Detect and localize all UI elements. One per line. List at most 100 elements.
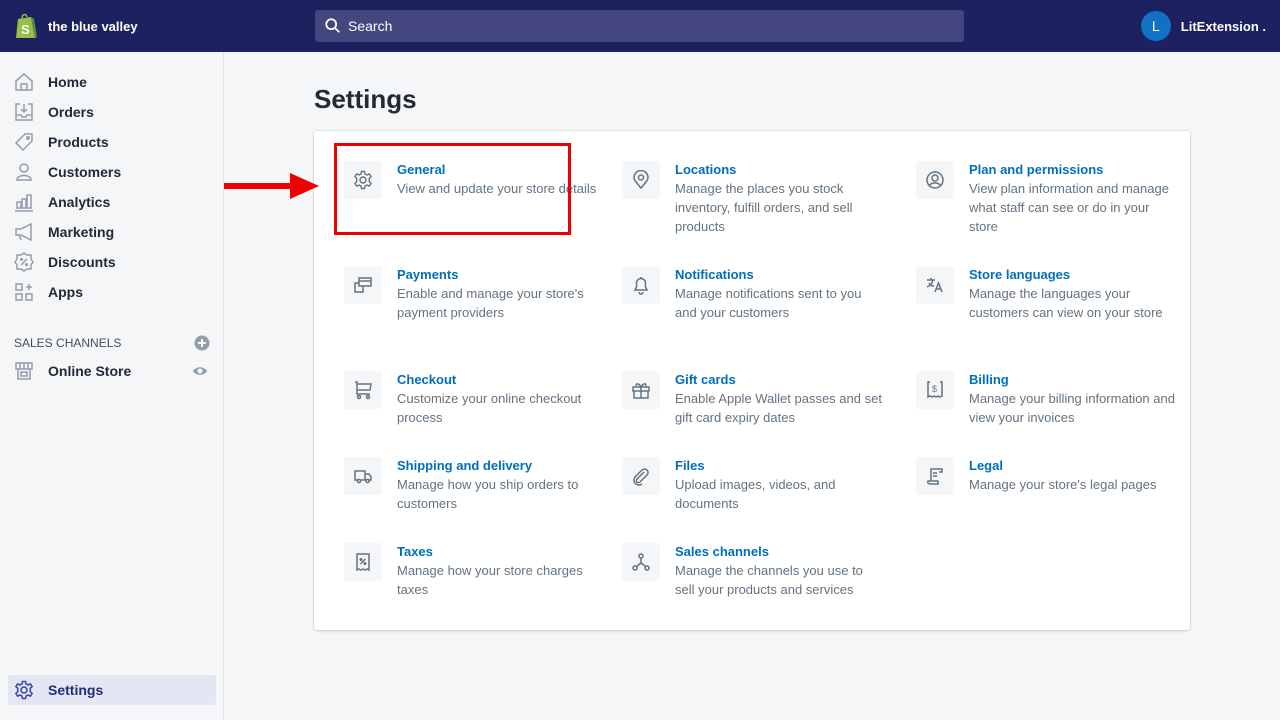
sidebar-item-home[interactable]: Home (8, 67, 216, 97)
setting-sales-channels[interactable]: Sales channels Manage the channels you us… (622, 543, 882, 599)
store-icon (13, 360, 35, 382)
store-switcher[interactable]: S the blue valley (14, 12, 138, 40)
home-icon (13, 71, 35, 93)
setting-title[interactable]: Gift cards (675, 370, 882, 389)
sidebar-item-marketing[interactable]: Marketing (8, 217, 216, 247)
setting-title[interactable]: Billing (969, 370, 1176, 389)
setting-gift-cards[interactable]: Gift cards Enable Apple Wallet passes and… (622, 371, 882, 427)
location-pin-icon (633, 170, 649, 190)
sidebar-item-label: Marketing (48, 224, 115, 240)
avatar: L (1140, 11, 1171, 41)
user-circle-icon (926, 171, 944, 189)
translate-icon (926, 278, 943, 293)
sidebar-item-customers[interactable]: Customers (8, 157, 216, 187)
sidebar: Home Orders Products Customers Analytics… (0, 52, 224, 720)
gift-icon (632, 383, 650, 399)
setting-notifications[interactable]: Notifications Manage notifications sent t… (622, 266, 882, 322)
search-input[interactable]: Search (315, 10, 964, 42)
eye-icon[interactable] (192, 363, 208, 379)
paperclip-icon (633, 468, 649, 486)
setting-billing[interactable]: $ Billing Manage your billing information… (916, 371, 1176, 427)
megaphone-icon (13, 221, 35, 243)
sidebar-item-label: Analytics (48, 194, 111, 210)
search-placeholder: Search (348, 18, 393, 34)
sidebar-item-label: Home (48, 74, 87, 90)
setting-title[interactable]: Taxes (397, 542, 604, 561)
arrow-icon (224, 173, 319, 199)
setting-store-languages[interactable]: Store languages Manage the languages your… (916, 266, 1176, 322)
sidebar-item-discounts[interactable]: Discounts (8, 247, 216, 277)
setting-description: Manage how your store charges taxes (397, 563, 583, 597)
setting-title[interactable]: Store languages (969, 265, 1176, 284)
setting-title[interactable]: Payments (397, 265, 604, 284)
sidebar-item-online-store[interactable]: Online Store (8, 356, 216, 386)
sidebar-item-label: Discounts (48, 254, 116, 270)
setting-description: Enable and manage your store's payment p… (397, 286, 584, 320)
store-name: the blue valley (48, 18, 138, 34)
setting-description: Manage the languages your customers can … (969, 286, 1163, 320)
setting-title[interactable]: Notifications (675, 265, 882, 284)
setting-description: Upload images, videos, and documents (675, 477, 836, 511)
sidebar-item-apps[interactable]: Apps (8, 277, 216, 307)
setting-description: Manage notifications sent to you and you… (675, 286, 862, 320)
setting-title[interactable]: Legal (969, 456, 1156, 475)
setting-payments[interactable]: Payments Enable and manage your store's p… (344, 266, 604, 322)
cart-icon (355, 381, 372, 400)
page-title: Settings (314, 84, 417, 114)
gear-icon (13, 679, 35, 701)
sales-channels-header: SALES CHANNELS (14, 335, 210, 351)
setting-files[interactable]: Files Upload images, videos, and document… (622, 457, 882, 513)
search-icon (325, 18, 340, 33)
setting-title[interactable]: Files (675, 456, 882, 475)
tag-icon (13, 131, 35, 153)
sidebar-item-label: Online Store (48, 363, 132, 379)
svg-text:S: S (21, 22, 30, 37)
discount-icon (13, 251, 35, 273)
setting-legal[interactable]: Legal Manage your store's legal pages (916, 457, 1176, 495)
sidebar-item-label: Settings (48, 682, 104, 698)
highlight-box (334, 143, 571, 235)
billing-receipt-icon: $ (927, 381, 943, 399)
sidebar-item-label: Orders (48, 104, 94, 120)
bell-icon (633, 277, 649, 295)
setting-title[interactable]: Sales channels (675, 542, 882, 561)
sidebar-item-label: Products (48, 134, 109, 150)
setting-description: Manage the places you stock inventory, f… (675, 181, 853, 234)
payment-cards-icon (354, 277, 372, 293)
bar-chart-icon (13, 191, 35, 213)
setting-title[interactable]: Checkout (397, 370, 604, 389)
setting-taxes[interactable]: Taxes Manage how your store charges taxes (344, 543, 604, 599)
orders-icon (13, 101, 35, 123)
truck-icon (354, 470, 372, 484)
sidebar-item-products[interactable]: Products (8, 127, 216, 157)
apps-icon (13, 281, 35, 303)
add-sales-channel-icon[interactable] (194, 335, 210, 351)
sidebar-item-orders[interactable]: Orders (8, 97, 216, 127)
customer-icon (13, 161, 35, 183)
setting-locations[interactable]: Locations Manage the places you stock inv… (622, 161, 882, 236)
sidebar-item-label: Customers (48, 164, 122, 180)
setting-checkout[interactable]: Checkout Customize your online checkout p… (344, 371, 604, 427)
setting-description: Manage your billing information and view… (969, 391, 1175, 425)
sales-channels-label: SALES CHANNELS (14, 336, 122, 350)
sales-channels-icon (632, 553, 650, 571)
sidebar-item-label: Apps (48, 284, 83, 300)
svg-text:$: $ (932, 384, 937, 394)
setting-description: Enable Apple Wallet passes and set gift … (675, 391, 882, 425)
setting-description: View plan information and manage what st… (969, 181, 1169, 234)
sidebar-item-analytics[interactable]: Analytics (8, 187, 216, 217)
sidebar-item-settings[interactable]: Settings (8, 675, 216, 705)
setting-plan-and-permissions[interactable]: Plan and permissions View plan informatio… (916, 161, 1176, 236)
setting-title[interactable]: Locations (675, 160, 882, 179)
setting-title[interactable]: Plan and permissions (969, 160, 1176, 179)
tax-receipt-icon (356, 553, 370, 572)
setting-title[interactable]: Shipping and delivery (397, 456, 604, 475)
legal-scroll-icon (926, 468, 943, 485)
shopify-logo-icon: S (16, 13, 37, 38)
setting-description: Customize your online checkout process (397, 391, 582, 425)
user-name: LitExtension . (1180, 18, 1266, 34)
user-menu[interactable]: L LitExtension . (1140, 11, 1266, 41)
setting-description: Manage your store's legal pages (969, 477, 1157, 492)
top-bar: S the blue valley Search L LitExtension … (0, 0, 1280, 52)
setting-shipping-and-delivery[interactable]: Shipping and delivery Manage how you ship… (344, 457, 604, 513)
